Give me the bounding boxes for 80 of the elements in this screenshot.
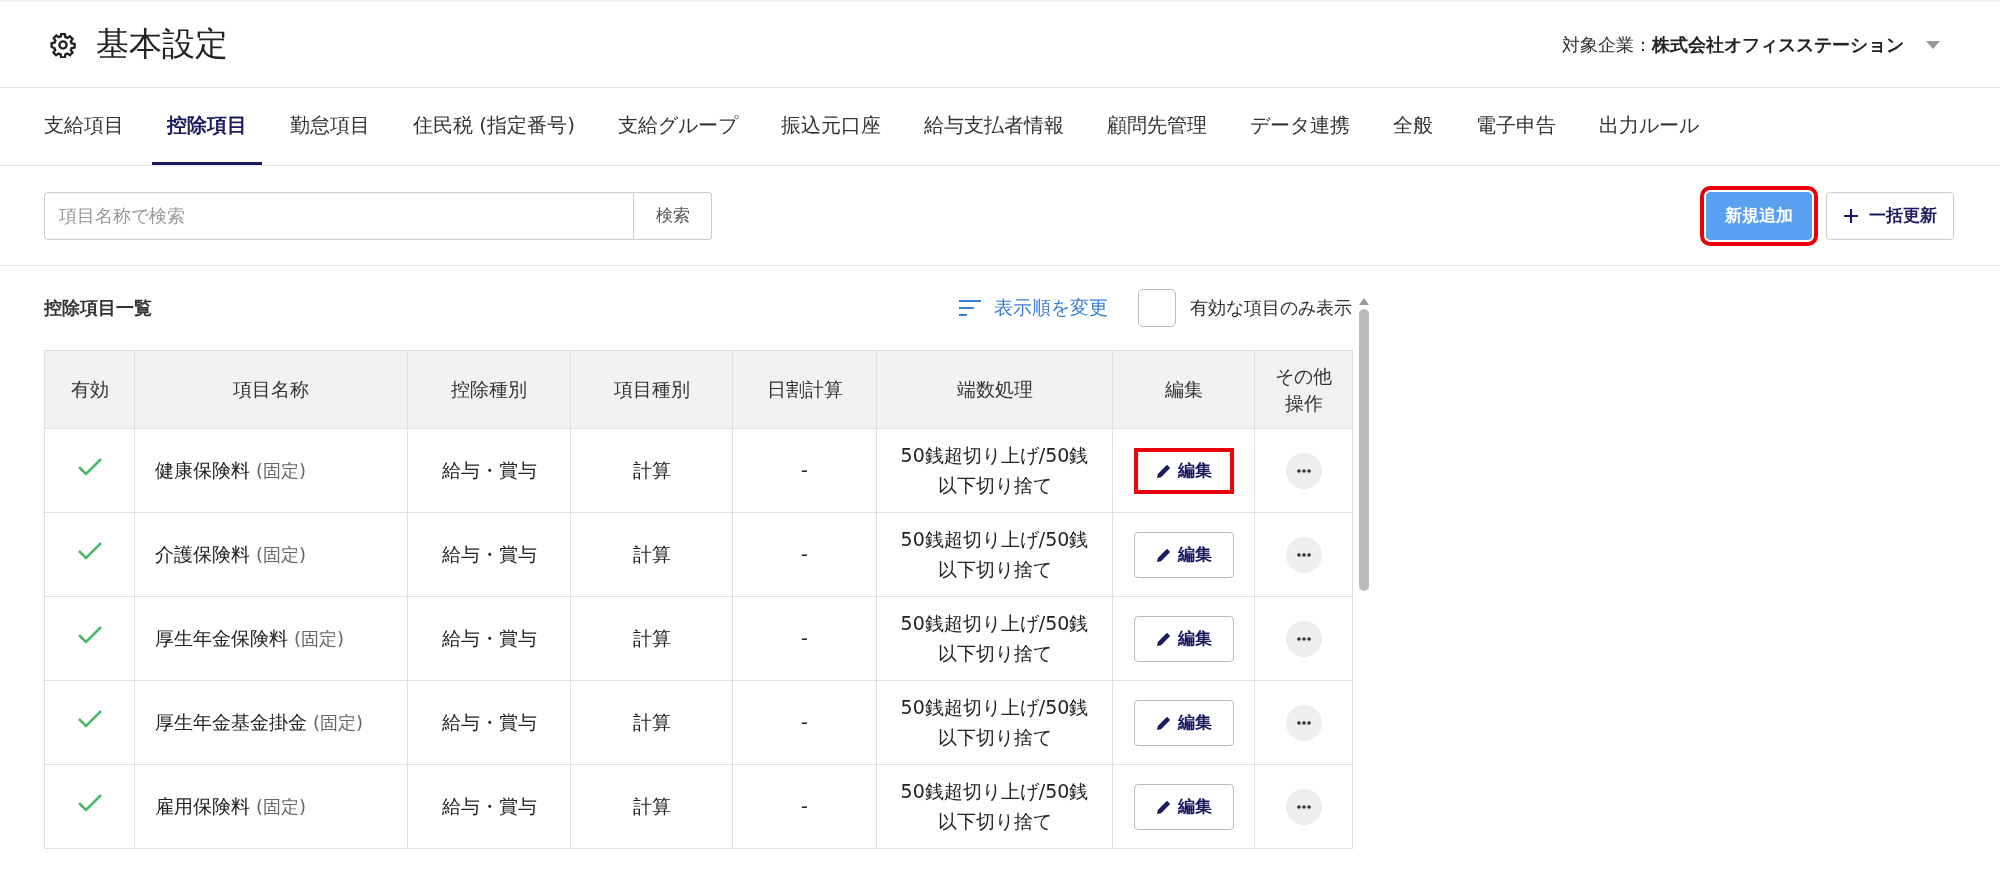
table-cell: 給与・賞与 <box>407 596 571 681</box>
pencil-icon <box>1155 630 1172 647</box>
more-options-button[interactable] <box>1285 789 1322 825</box>
table-cell: - <box>732 512 877 597</box>
ellipsis-icon <box>1296 805 1311 809</box>
edit-button[interactable]: 編集 <box>1133 783 1234 830</box>
filter-label: 有効な項目のみ表示 <box>1190 296 1352 320</box>
tab[interactable]: 控除項目 <box>152 88 262 165</box>
more-options-button[interactable] <box>1285 621 1322 657</box>
ellipsis-icon <box>1296 553 1311 557</box>
table-cell: 給与・賞与 <box>407 428 571 513</box>
item-name: 雇用保険料 (固定) <box>155 794 307 817</box>
section-title: 控除項目一覧 <box>44 296 152 320</box>
table-cell: 50銭超切り上げ/50銭以下切り捨て <box>876 680 1113 765</box>
caret-icon <box>1926 40 1940 49</box>
pencil-icon <box>1155 546 1172 563</box>
pencil-icon <box>1155 798 1172 815</box>
item-name: 厚生年金保険料 (固定) <box>155 626 345 649</box>
column-header: 控除種別 <box>407 350 571 429</box>
column-header: 項目名称 <box>134 350 408 429</box>
filter-checkbox[interactable] <box>1138 289 1176 327</box>
edit-button[interactable]: 編集 <box>1133 447 1234 494</box>
pencil-icon <box>1155 714 1172 731</box>
column-header: 項目種別 <box>570 350 733 429</box>
tab[interactable]: 支給グループ <box>602 88 753 165</box>
tab[interactable]: 住民税 (指定番号) <box>398 88 590 165</box>
table-cell: - <box>732 428 877 513</box>
tab[interactable]: 顧問先管理 <box>1091 88 1222 165</box>
column-header: 編集 <box>1112 350 1255 429</box>
ellipsis-icon <box>1296 721 1311 725</box>
settings-icon <box>50 31 76 58</box>
column-header: 日割計算 <box>732 350 877 429</box>
plus-icon <box>1843 207 1859 224</box>
table-cell: 50銭超切り上げ/50銭以下切り捨て <box>876 512 1113 597</box>
table-cell: - <box>732 764 877 849</box>
scroll-up-icon <box>1359 298 1369 305</box>
bulk-update-button[interactable]: 一括更新 <box>1826 191 1954 240</box>
company-selector[interactable]: 対象企業：株式会社オフィスステーション <box>1562 32 1940 57</box>
search-button[interactable]: 検索 <box>634 191 712 240</box>
search-field[interactable]: 項目名称で検索 <box>44 191 634 240</box>
table-cell: 50銭超切り上げ/50銭以下切り捨て <box>876 596 1113 681</box>
more-options-button[interactable] <box>1285 537 1322 573</box>
edit-button[interactable]: 編集 <box>1133 615 1234 662</box>
item-name: 介護保険料 (固定) <box>155 542 307 565</box>
item-name: 厚生年金基金掛金 (固定) <box>155 710 364 733</box>
tab[interactable]: 勤怠項目 <box>275 88 385 165</box>
table-cell: 給与・賞与 <box>407 680 571 765</box>
tab[interactable]: 出力ルール <box>1583 88 1714 165</box>
sort-icon <box>958 299 982 317</box>
page-title: 基本設定 <box>96 23 228 65</box>
table-cell: 計算 <box>570 428 733 513</box>
ellipsis-icon <box>1296 637 1311 641</box>
pencil-icon <box>1155 462 1172 479</box>
more-options-button[interactable] <box>1285 453 1322 489</box>
table-cell: 給与・賞与 <box>407 764 571 849</box>
edit-button[interactable]: 編集 <box>1133 699 1234 746</box>
column-header: その他操作 <box>1254 350 1353 429</box>
more-options-button[interactable] <box>1285 705 1322 741</box>
table-cell: 50銭超切り上げ/50銭以下切り捨て <box>876 428 1113 513</box>
table-cell: 50銭超切り上げ/50銭以下切り捨て <box>876 764 1113 849</box>
table-cell: 計算 <box>570 596 733 681</box>
tab[interactable]: 給与支払者情報 <box>908 88 1079 165</box>
tab[interactable]: 振込元口座 <box>765 88 896 165</box>
table-cell: - <box>732 680 877 765</box>
table-cell: 計算 <box>570 764 733 849</box>
column-header: 有効 <box>44 350 135 429</box>
table-cell: 給与・賞与 <box>407 512 571 597</box>
sort-order-link[interactable]: 表示順を変更 <box>958 295 1108 321</box>
edit-button[interactable]: 編集 <box>1133 531 1234 578</box>
tab[interactable]: 全般 <box>1377 88 1448 165</box>
tab[interactable]: 支給項目 <box>29 88 139 165</box>
column-header: 端数処理 <box>876 350 1113 429</box>
table-cell: - <box>732 596 877 681</box>
scrollbar-thumb[interactable] <box>1359 309 1369 591</box>
tab[interactable]: データ連携 <box>1234 88 1365 165</box>
item-name: 健康保険料 (固定) <box>155 458 307 481</box>
ellipsis-icon <box>1296 469 1311 473</box>
table-cell: 計算 <box>570 680 733 765</box>
table-cell: 計算 <box>570 512 733 597</box>
tab[interactable]: 電子申告 <box>1460 88 1571 165</box>
